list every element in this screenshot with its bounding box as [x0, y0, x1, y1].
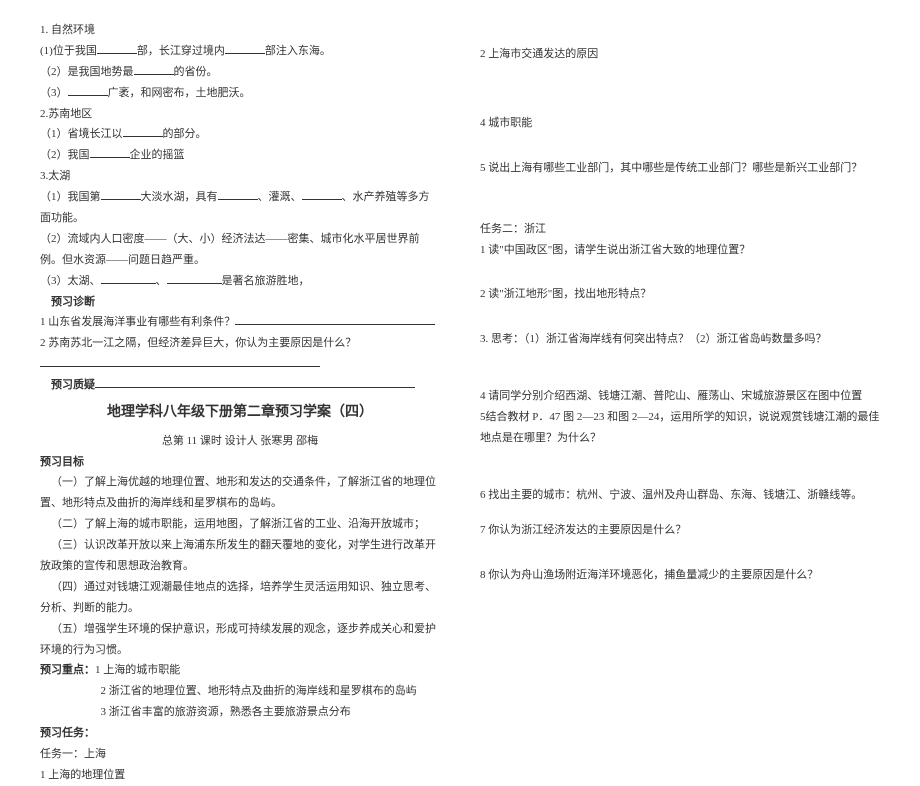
task1-title: 任务一：上海 [40, 744, 440, 765]
goal-title: 预习目标 [40, 452, 440, 473]
t2-5: 5结合教材 P．47 图 2—23 和图 2—24，运用所学的知识，说说观赏钱塘… [480, 407, 880, 449]
task-title: 预习任务： [40, 723, 440, 744]
s1-1a: (1)位于我国 [40, 45, 97, 57]
section1-title: 1. 自然环境 [40, 20, 440, 41]
t2-2: 2 读"浙江地形"图，找出地形特点？ [480, 284, 880, 305]
section3-title: 3.太湖 [40, 166, 440, 187]
task1-1: 1 上海的地理位置 [40, 765, 440, 786]
s3-1b: 大淡水湖，具有 [141, 191, 218, 203]
blank [123, 125, 163, 137]
r5: 5 说出上海有哪些工业部门，其中哪些是传统工业部门？哪些是新兴工业部门？ [480, 158, 880, 179]
goal-3: （三）认识改革开放以来上海浦东所发生的翻天覆地的变化，对学生进行改革开放政策的宣… [40, 535, 440, 577]
goal-5: （五）增强学生环境的保护意识，形成可持续发展的观念，逐步养成关心和爱护环境的行为… [40, 619, 440, 661]
blank-line [95, 376, 415, 388]
diag-2-blank [40, 354, 440, 375]
s3-line3: （3）太湖、 、 是著名旅游胜地， [40, 271, 440, 292]
s2-1b: 的部分。 [163, 128, 207, 140]
focus-row: 预习重点：1 上海的城市职能 [40, 660, 440, 681]
blank [90, 146, 130, 158]
main-title: 地理学科八年级下册第二章预习学案（四） [40, 400, 440, 427]
blank [167, 272, 222, 284]
qz-title: 预习质疑 [40, 375, 440, 396]
s3-line1: （1）我国第大淡水湖，具有、灌溉、、水产养殖等多方面功能。 [40, 187, 440, 229]
blank [225, 42, 265, 54]
s1-1c: 部注入东海。 [265, 45, 331, 57]
s3-line2: （2）流域内人口密度——（大、小）经济法达——密集、城市化水平居世界前例。但水资… [40, 229, 440, 271]
s2-line1: （1）省境长江以 的部分。 [40, 124, 440, 145]
qz-title-text: 预习质疑 [51, 379, 95, 391]
focus-title: 预习重点： [40, 664, 95, 676]
s1-line3: （3） 广袤，和网密布，土地肥沃。 [40, 83, 440, 104]
subtitle: 总第 11 课时 设计人 张寒男 邵梅 [40, 431, 440, 452]
focus-3: 3 浙江省丰富的旅游资源，熟悉各主要旅游景点分布 [40, 702, 440, 723]
left-column: 1. 自然环境 (1)位于我国部，长江穿过境内部注入东海。 （2）是我国地势最的… [30, 20, 460, 630]
t2-4: 4 请同学分别介绍西湖、钱塘江潮、普陀山、雁荡山、宋城旅游景区在图中位置 [480, 386, 880, 407]
s3-1c: 、灌溉、 [258, 191, 302, 203]
r2: 2 上海市交通发达的原因 [480, 44, 880, 65]
t2-3: 3. 思考：（1）浙江省海岸线有何突出特点？（2）浙江省岛屿数量多吗？ [480, 329, 880, 350]
r4: 4 城市职能 [480, 113, 880, 134]
diag-1: 1 山东省发展海洋事业有哪些有利条件？ [40, 312, 440, 333]
t2-7: 7 你认为浙江经济发达的主要原因是什么？ [480, 520, 880, 541]
s2-1a: （1）省境长江以 [40, 128, 123, 140]
blank-line [40, 355, 320, 367]
s1-line2: （2）是我国地势最 的省份。 [40, 62, 440, 83]
blank [68, 84, 108, 96]
blank-line [235, 313, 435, 325]
t2-6: 6 找出主要的城市：杭州、宁波、温州及舟山群岛、东海、钱塘江、浙赣线等。 [480, 485, 880, 506]
diag-2: 2 苏南苏北一江之隔，但经济差异巨大，你认为主要原因是什么？ [40, 333, 440, 354]
focus-2: 2 浙江省的地理位置、地形特点及曲折的海岸线和星罗棋布的岛屿 [40, 681, 440, 702]
t2-title: 任务二：浙江 [480, 219, 880, 240]
s1-3b: 广袤，和网密布，土地肥沃。 [108, 87, 251, 99]
s2-2a: （2）我国 [40, 149, 90, 161]
s3-3a: （3）太湖、 [40, 275, 101, 287]
s1-3a: （3） [40, 87, 68, 99]
right-column: 2 上海市交通发达的原因 4 城市职能 5 说出上海有哪些工业部门，其中哪些是传… [460, 20, 890, 630]
goal-4: （四）通过对钱塘江观潮最佳地点的选择，培养学生灵活运用知识、独立思考、分析、判断… [40, 577, 440, 619]
t2-1: 1 读"中国政区"图，请学生说出浙江省大致的地理位置？ [480, 240, 880, 261]
goal-1: （一）了解上海优越的地理位置、地形和发达的交通条件，了解浙江省的地理位置、地形特… [40, 472, 440, 514]
blank [302, 188, 342, 200]
goal-2: （二）了解上海的城市职能，运用地图，了解浙江省的工业、沿海开放城市； [40, 514, 440, 535]
s1-2b: 的省份。 [174, 66, 218, 78]
s1-2a: （2）是我国地势最 [40, 66, 134, 78]
s3-1a: （1）我国第 [40, 191, 101, 203]
focus-1: 1 上海的城市职能 [95, 664, 180, 676]
diag-1-text: 1 山东省发展海洋事业有哪些有利条件？ [40, 316, 235, 328]
s2-2b: 企业的摇篮 [130, 149, 185, 161]
blank [218, 188, 258, 200]
t2-8: 8 你认为舟山渔场附近海洋环境恶化，捕鱼量减少的主要原因是什么？ [480, 565, 880, 586]
blank [101, 272, 156, 284]
s3-3b: 、 [156, 275, 167, 287]
diag-title: 预习诊断 [40, 292, 440, 313]
s3-3c: 是著名旅游胜地， [222, 275, 310, 287]
blank [101, 188, 141, 200]
section2-title: 2.苏南地区 [40, 104, 440, 125]
s2-line2: （2）我国 企业的摇篮 [40, 145, 440, 166]
blank [134, 63, 174, 75]
s1-1b: 部，长江穿过境内 [137, 45, 225, 57]
s1-line1: (1)位于我国 部，长江穿过境内 部注入东海。 [40, 41, 440, 62]
blank [97, 42, 137, 54]
